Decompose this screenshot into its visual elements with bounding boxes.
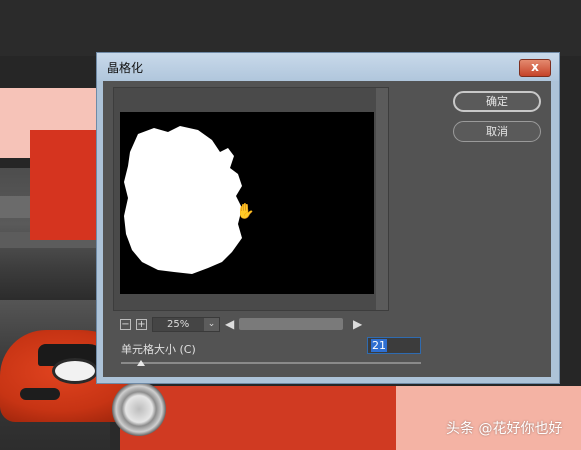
car-headlight — [52, 358, 98, 384]
scroll-right-icon[interactable]: ▶ — [353, 317, 362, 332]
background-top — [0, 0, 581, 56]
zoom-in-icon: + — [137, 319, 146, 330]
scroll-left-icon[interactable]: ◀ — [225, 317, 234, 332]
watermark-text: 头条 @花好你也好 — [446, 421, 563, 437]
car-wheel — [112, 382, 166, 436]
ok-button[interactable]: 确定 — [453, 91, 541, 112]
cell-size-value: 21 — [371, 339, 387, 352]
close-button[interactable]: x — [519, 59, 551, 77]
zoom-out-icon: − — [121, 319, 130, 330]
preview-vertical-scrollbar[interactable] — [376, 88, 388, 310]
preview-canvas[interactable]: ✋ — [120, 112, 374, 294]
zoom-in-button[interactable]: + — [136, 319, 147, 330]
zoom-value: 25% — [167, 319, 190, 330]
dialog-body: ✋ − + 25% ⌄ ◀ ▶ 单元格大小 (C) 21 确定 取消 — [103, 81, 551, 377]
close-icon: x — [531, 60, 539, 74]
cancel-button[interactable]: 取消 — [453, 121, 541, 142]
cell-size-label: 单元格大小 (C) — [121, 343, 196, 356]
hand-cursor-icon: ✋ — [236, 202, 255, 220]
chevron-down-icon[interactable]: ⌄ — [204, 318, 219, 331]
horizontal-scrollbar[interactable] — [239, 318, 343, 330]
zoom-out-button[interactable]: − — [120, 319, 131, 330]
cell-size-input[interactable]: 21 — [367, 337, 421, 354]
cell-size-slider[interactable] — [121, 362, 421, 364]
dialog-title: 晶格化 — [107, 61, 144, 75]
cell-size-slider-thumb[interactable] — [137, 360, 145, 366]
dialog-titlebar[interactable]: 晶格化 x — [97, 53, 559, 81]
zoom-select[interactable]: 25% ⌄ — [152, 317, 220, 332]
crystallize-dialog: 晶格化 x ✋ − + 25% ⌄ ◀ ▶ 单元格大小 (C) 21 确定 取消 — [96, 52, 560, 384]
preview-panel: ✋ — [113, 87, 389, 311]
car-grill — [20, 388, 60, 400]
